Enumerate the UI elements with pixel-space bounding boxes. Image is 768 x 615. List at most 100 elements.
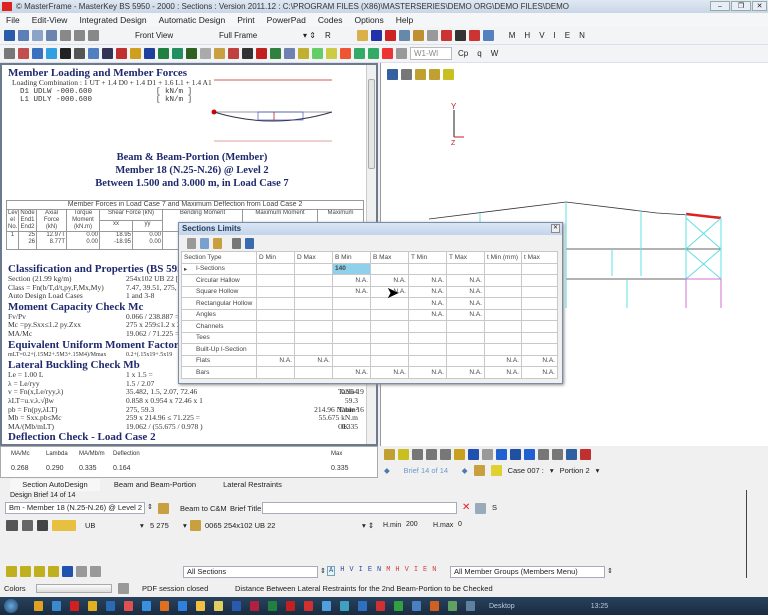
- media-icon[interactable]: [340, 601, 349, 611]
- export-icon[interactable]: [566, 449, 577, 460]
- grid-column-header[interactable]: Section Type: [181, 251, 257, 264]
- hand-icon[interactable]: [426, 30, 438, 41]
- menu-file[interactable]: File: [0, 13, 26, 27]
- limit-cell[interactable]: [294, 285, 333, 298]
- limit-cell[interactable]: N.A.: [408, 366, 447, 379]
- grid-icon[interactable]: [468, 30, 480, 41]
- section-type-cell[interactable]: Built-Up I-Section: [181, 343, 257, 356]
- layer-icon[interactable]: [200, 48, 211, 59]
- palette-icon[interactable]: [228, 48, 239, 59]
- print-icon[interactable]: [538, 449, 549, 460]
- wave-icon[interactable]: [298, 48, 309, 59]
- limit-cell[interactable]: [256, 320, 295, 333]
- grid-icon[interactable]: [510, 449, 521, 460]
- limit-cell[interactable]: [256, 331, 295, 344]
- limit-cell[interactable]: [370, 331, 409, 344]
- limit-cell[interactable]: [294, 297, 333, 310]
- limit-cell[interactable]: N.A.: [484, 366, 522, 379]
- limit-cell[interactable]: [484, 308, 522, 321]
- panel-icon[interactable]: [326, 48, 337, 59]
- section-size-select[interactable]: 0065 254x102 UB 22: [205, 521, 275, 530]
- pdf-icon[interactable]: [580, 449, 591, 460]
- letter-h[interactable]: H: [340, 566, 344, 576]
- table-icon[interactable]: [454, 449, 465, 460]
- globe-icon[interactable]: [144, 48, 155, 59]
- menu-edit-view[interactable]: Edit-View: [26, 13, 74, 27]
- box-view-icon[interactable]: [46, 30, 57, 41]
- limit-cell[interactable]: [521, 274, 558, 287]
- limit-cell[interactable]: N.A.: [446, 366, 485, 379]
- chart-icon[interactable]: [412, 30, 424, 41]
- letter-m-red[interactable]: M: [386, 566, 390, 576]
- dialog-close-button[interactable]: ✕: [551, 224, 560, 233]
- grid-column-header[interactable]: D Min: [256, 251, 295, 264]
- list-icon[interactable]: [482, 449, 493, 460]
- letter-n-red[interactable]: N: [432, 566, 436, 576]
- letter-i[interactable]: I: [359, 566, 363, 576]
- limit-cell[interactable]: [256, 262, 295, 275]
- outlook-icon[interactable]: [106, 601, 115, 611]
- limit-cell[interactable]: [521, 285, 558, 298]
- model3-icon[interactable]: [186, 48, 197, 59]
- limit-cell[interactable]: N.A.: [370, 366, 409, 379]
- fill-icon[interactable]: [46, 48, 57, 59]
- cube-icon[interactable]: [256, 48, 267, 59]
- access-icon[interactable]: [250, 601, 259, 611]
- limit-cell[interactable]: [294, 331, 333, 344]
- delete-icon[interactable]: ✕: [462, 502, 470, 513]
- menu-integrated-design[interactable]: Integrated Design: [73, 13, 152, 27]
- section-type-select[interactable]: UB: [85, 521, 135, 530]
- letter-h[interactable]: H: [524, 31, 539, 40]
- lightning-icon[interactable]: [398, 449, 409, 460]
- print-icon[interactable]: [384, 30, 396, 41]
- limit-cell[interactable]: [446, 331, 485, 344]
- limit-cell[interactable]: [484, 320, 522, 333]
- grid-column-header[interactable]: t Max: [521, 251, 558, 264]
- limit-cell[interactable]: N.A.: [521, 354, 558, 367]
- frame-icon[interactable]: [18, 48, 29, 59]
- lightning-icon[interactable]: [490, 465, 502, 476]
- gear-icon[interactable]: [214, 48, 225, 59]
- frame-select[interactable]: Full Frame: [215, 29, 297, 42]
- limit-cell[interactable]: [446, 262, 485, 275]
- limit-cell[interactable]: [256, 366, 295, 379]
- filter-icon[interactable]: [102, 48, 113, 59]
- r-button[interactable]: R: [322, 31, 334, 40]
- check-all-icon[interactable]: [48, 566, 59, 577]
- limit-cell[interactable]: N.A.: [446, 285, 485, 298]
- limit-cell[interactable]: [521, 297, 558, 310]
- member-groups-select[interactable]: All Member Groups (Members Menu): [450, 566, 605, 578]
- limit-cell[interactable]: [484, 343, 522, 356]
- list-icon[interactable]: [76, 566, 87, 577]
- limit-cell[interactable]: [370, 343, 409, 356]
- limit-cell[interactable]: [256, 308, 295, 321]
- export-icon[interactable]: [245, 237, 254, 249]
- zoom-out-icon[interactable]: [440, 449, 451, 460]
- dropdown-arrow-icon[interactable]: ▾: [550, 466, 554, 475]
- paste-icon[interactable]: [213, 237, 222, 249]
- limit-cell[interactable]: N.A.: [408, 285, 447, 298]
- cp-button[interactable]: Cp: [455, 49, 471, 58]
- limit-cell[interactable]: [408, 331, 447, 344]
- limit-cell[interactable]: N.A.: [332, 366, 371, 379]
- block-icon[interactable]: [354, 48, 365, 59]
- limit-cell[interactable]: [370, 354, 409, 367]
- prev-brief-icon[interactable]: ◆: [384, 466, 390, 475]
- limit-cell[interactable]: N.A.: [484, 354, 522, 367]
- limit-cell[interactable]: [521, 320, 558, 333]
- limit-cell[interactable]: [332, 331, 371, 344]
- menu-codes[interactable]: Codes: [312, 13, 349, 27]
- chart-icon[interactable]: [473, 465, 485, 476]
- photos-icon[interactable]: [322, 601, 331, 611]
- limit-cell[interactable]: [484, 285, 522, 298]
- chain-icon[interactable]: [74, 48, 85, 59]
- hollow-section-icon[interactable]: [22, 520, 33, 531]
- limit-cell[interactable]: [408, 354, 447, 367]
- limit-cell[interactable]: N.A.: [332, 274, 371, 287]
- limit-cell[interactable]: N.A.: [294, 354, 333, 367]
- s-button[interactable]: S: [492, 503, 497, 512]
- limit-cell[interactable]: [521, 331, 558, 344]
- report-icon[interactable]: [62, 566, 73, 577]
- limit-cell[interactable]: [294, 343, 333, 356]
- letter-n[interactable]: N: [377, 566, 381, 576]
